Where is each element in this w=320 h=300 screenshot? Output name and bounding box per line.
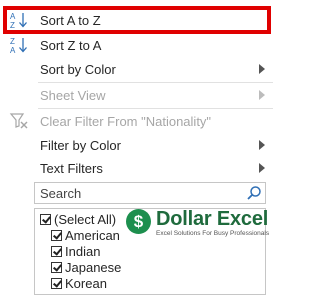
list-item-label: Japanese <box>65 260 122 275</box>
highlight-box <box>3 6 271 34</box>
menu-item-label: Sort by Color <box>40 62 116 77</box>
search-input[interactable]: Search <box>34 182 266 204</box>
list-item-label: Indian <box>65 244 101 259</box>
clear-filter-icon <box>8 111 32 131</box>
search-icon[interactable] <box>246 185 262 201</box>
menu-item-label: Sort Z to A <box>40 38 102 53</box>
menu-item-clear-filter: Clear Filter From "Nationality" <box>0 108 277 134</box>
dollar-logo-icon: $ <box>126 209 151 234</box>
list-item-label: Korean <box>65 276 107 291</box>
checkbox[interactable] <box>51 278 62 289</box>
submenu-arrow-icon <box>259 140 265 150</box>
menu-item-sort-z-to-a[interactable]: Z A Sort Z to A <box>0 32 277 58</box>
checkbox[interactable] <box>51 246 62 257</box>
search-placeholder: Search <box>40 186 82 201</box>
submenu-arrow-icon <box>259 90 265 100</box>
list-item-label: (Select All) <box>54 212 117 227</box>
list-item-label: American <box>65 228 120 243</box>
menu-item-label: Sheet View <box>40 88 106 103</box>
menu-item-sheet-view: Sheet View <box>0 82 277 108</box>
filter-dropdown-menu: A Z Sort A to Z Z A Sort Z to A Sort by … <box>0 0 277 300</box>
dollar-excel-logo: $ Dollar Excel Excel Solutions For Busy … <box>126 208 270 241</box>
menu-item-label: Clear Filter From "Nationality" <box>40 114 212 129</box>
logo-tagline: Excel Solutions For Busy Professionals <box>156 230 270 237</box>
menu-item-label: Filter by Color <box>40 138 121 153</box>
logo-name: Dollar Excel <box>156 208 269 230</box>
submenu-arrow-icon <box>259 163 265 173</box>
checkbox[interactable] <box>51 262 62 273</box>
svg-text:A: A <box>10 46 16 55</box>
checkbox[interactable] <box>40 214 51 225</box>
submenu-arrow-icon <box>259 64 265 74</box>
sort-za-icon: Z A <box>8 35 32 55</box>
menu-item-label: Text Filters <box>40 161 103 176</box>
svg-text:Z: Z <box>10 37 15 46</box>
menu-item-sort-by-color[interactable]: Sort by Color <box>0 56 277 82</box>
checkbox[interactable] <box>51 230 62 241</box>
menu-item-text-filters[interactable]: Text Filters <box>0 155 277 181</box>
